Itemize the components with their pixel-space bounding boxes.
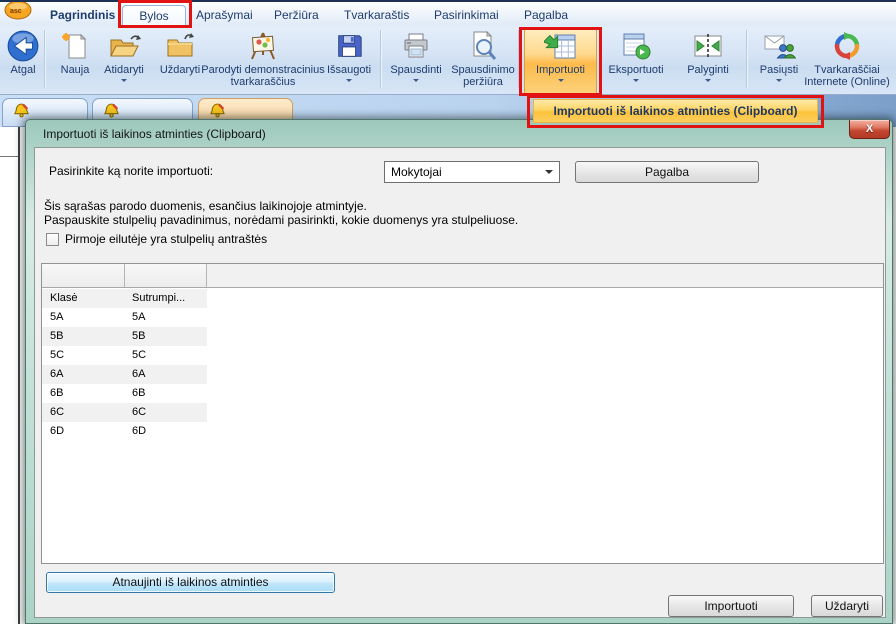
ribbon-button-atidaryti[interactable]: Atidaryti	[96, 28, 152, 92]
dropdown-caret	[346, 79, 352, 82]
info-line-2: Paspauskite stulpelių pavadinimus, norėd…	[44, 213, 518, 227]
menu-bylos[interactable]: Bylos	[122, 5, 186, 28]
menu-pasirinkimai[interactable]: Pasirinkimai	[434, 8, 499, 22]
ribbon-button-spausdinimo-perziura[interactable]: Spausdinimo peržiūra	[443, 28, 523, 92]
first-row-headers-checkbox[interactable]	[46, 233, 59, 246]
table-row: 6D 6D	[42, 422, 883, 441]
compare-icon	[681, 28, 735, 64]
ribbon-button-nauja[interactable]: Nauja	[52, 28, 98, 92]
info-line-1: Šis sąrašas parodo duomenis, esančius la…	[44, 199, 367, 213]
group-separator	[380, 30, 381, 88]
dropdown-caret	[413, 79, 419, 82]
menu-item-import-from-clipboard[interactable]: Importuoti iš laikinos atminties (Clipbo…	[533, 99, 818, 123]
help-button[interactable]: Pagalba	[575, 161, 759, 183]
save-icon	[318, 28, 380, 64]
table-row: Klasė Sutrumpi...	[42, 289, 883, 308]
dialog-close-button[interactable]: X	[849, 120, 890, 139]
menu-pagrindinis[interactable]: Pagrindinis	[50, 8, 115, 22]
demo-easel-icon	[197, 28, 329, 64]
ribbon-button-issaugoti[interactable]: Išsaugoti	[318, 28, 380, 92]
clipboard-data-table: Klasė Sutrumpi... 5A 5A 5B 5B 5C 5C	[41, 263, 884, 564]
import-clipboard-dialog: Importuoti iš laikinos atminties (Clipbo…	[25, 119, 893, 624]
dropdown-caret	[558, 79, 564, 82]
svg-text:asc: asc	[10, 8, 22, 15]
bell-icon	[209, 102, 226, 119]
table-row: 6B 6B	[42, 384, 883, 403]
ribbon-button-parodyti-demo[interactable]: Parodyti demonstracinius tvarkaraščius	[197, 28, 329, 92]
back-icon	[2, 28, 44, 64]
table-row: 5B 5B	[42, 327, 883, 346]
column-header-2[interactable]	[125, 264, 207, 287]
bell-icon	[13, 102, 30, 119]
menubar: asc Pagrindinis Bylos Aprašymai Peržiūra…	[0, 0, 896, 26]
background-grid-line	[18, 127, 20, 624]
import-button[interactable]: Importuoti	[668, 595, 794, 617]
ribbon-button-eksportuoti[interactable]: Eksportuoti	[604, 28, 668, 92]
ribbon-button-tvarkarasciai-internete[interactable]: Tvarkaraščiai Internete (Online)	[793, 28, 896, 92]
import-icon	[525, 28, 596, 64]
combobox-value: Mokytojai	[391, 165, 442, 179]
dialog-body: Pasirinkite ką norite importuoti: Mokyto…	[34, 147, 886, 618]
dropdown-caret	[705, 79, 711, 82]
menu-perziura[interactable]: Peržiūra	[274, 8, 319, 22]
group-separator	[44, 30, 45, 88]
ribbon-button-atgal[interactable]: Atgal	[2, 28, 44, 92]
close-dialog-button[interactable]: Uždaryti	[811, 595, 883, 617]
export-icon	[604, 28, 668, 64]
refresh-from-clipboard-button[interactable]: Atnaujinti iš laikinos atminties	[46, 572, 335, 593]
online-sync-icon	[793, 28, 896, 64]
table-header-row	[42, 264, 883, 288]
dropdown-caret	[633, 79, 639, 82]
table-row: 5A 5A	[42, 308, 883, 327]
background-grid-line	[0, 156, 18, 157]
table-row: 6C 6C	[42, 403, 883, 422]
new-file-icon	[52, 28, 98, 64]
app-window: asc Pagrindinis Bylos Aprašymai Peržiūra…	[0, 0, 896, 624]
group-separator	[746, 30, 747, 88]
ribbon-button-importuoti[interactable]: Importuoti	[524, 27, 597, 94]
dropdown-caret	[121, 79, 127, 82]
menu-aprasymai[interactable]: Aprašymai	[196, 8, 253, 22]
column-header-1[interactable]	[42, 264, 125, 287]
ribbon-toolbar: Atgal Nauja Ati	[0, 26, 896, 95]
dialog-title: Importuoti iš laikinos atminties (Clipbo…	[43, 127, 266, 141]
bell-icon	[103, 102, 120, 119]
printer-icon	[386, 28, 446, 64]
table-row: 6A 6A	[42, 365, 883, 384]
print-preview-icon	[443, 28, 523, 64]
menu-pagalba[interactable]: Pagalba	[524, 8, 568, 22]
background-workspace	[0, 127, 25, 624]
ribbon-button-palyginti[interactable]: Palyginti	[681, 28, 735, 92]
dropdown-caret	[776, 79, 782, 82]
checkbox-label: Pirmoje eilutėje yra stulpelių antraštės	[65, 232, 267, 246]
import-type-combobox[interactable]: Mokytojai	[384, 161, 560, 183]
chevron-down-icon	[545, 170, 553, 174]
prompt-label: Pasirinkite ką norite importuoti:	[49, 164, 213, 178]
ribbon-button-spausdinti[interactable]: Spausdinti	[386, 28, 446, 92]
app-logo-icon[interactable]: asc	[3, 2, 33, 21]
open-folder-icon	[96, 28, 152, 64]
menu-tvarkarastis[interactable]: Tvarkaraštis	[344, 8, 409, 22]
table-row: 5C 5C	[42, 346, 883, 365]
